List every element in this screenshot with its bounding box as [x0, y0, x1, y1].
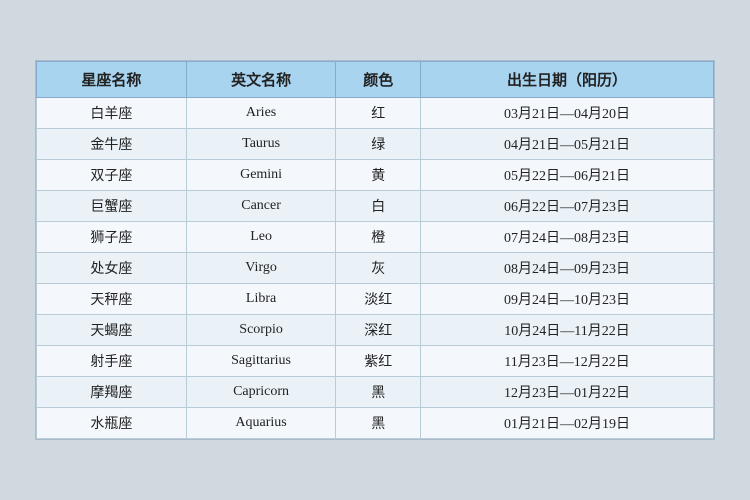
- cell-r1-c2: 绿: [336, 129, 421, 160]
- cell-r6-c1: Libra: [186, 284, 336, 315]
- table-row: 巨蟹座Cancer白06月22日—07月23日: [37, 191, 714, 222]
- cell-r9-c0: 摩羯座: [37, 377, 187, 408]
- cell-r3-c2: 白: [336, 191, 421, 222]
- cell-r2-c3: 05月22日—06月21日: [421, 160, 714, 191]
- table-row: 处女座Virgo灰08月24日—09月23日: [37, 253, 714, 284]
- table-row: 白羊座Aries红03月21日—04月20日: [37, 98, 714, 129]
- col-header-chinese-name: 星座名称: [37, 62, 187, 98]
- cell-r9-c3: 12月23日—01月22日: [421, 377, 714, 408]
- table-header-row: 星座名称 英文名称 颜色 出生日期（阳历）: [37, 62, 714, 98]
- col-header-english-name: 英文名称: [186, 62, 336, 98]
- cell-r2-c1: Gemini: [186, 160, 336, 191]
- cell-r4-c0: 狮子座: [37, 222, 187, 253]
- cell-r0-c2: 红: [336, 98, 421, 129]
- cell-r4-c2: 橙: [336, 222, 421, 253]
- cell-r5-c0: 处女座: [37, 253, 187, 284]
- cell-r10-c3: 01月21日—02月19日: [421, 408, 714, 439]
- cell-r10-c1: Aquarius: [186, 408, 336, 439]
- cell-r0-c1: Aries: [186, 98, 336, 129]
- cell-r3-c3: 06月22日—07月23日: [421, 191, 714, 222]
- cell-r8-c3: 11月23日—12月22日: [421, 346, 714, 377]
- cell-r8-c1: Sagittarius: [186, 346, 336, 377]
- cell-r8-c0: 射手座: [37, 346, 187, 377]
- cell-r7-c1: Scorpio: [186, 315, 336, 346]
- cell-r9-c1: Capricorn: [186, 377, 336, 408]
- cell-r1-c3: 04月21日—05月21日: [421, 129, 714, 160]
- cell-r10-c2: 黑: [336, 408, 421, 439]
- cell-r5-c3: 08月24日—09月23日: [421, 253, 714, 284]
- table-body: 白羊座Aries红03月21日—04月20日金牛座Taurus绿04月21日—0…: [37, 98, 714, 439]
- cell-r7-c3: 10月24日—11月22日: [421, 315, 714, 346]
- cell-r1-c0: 金牛座: [37, 129, 187, 160]
- cell-r10-c0: 水瓶座: [37, 408, 187, 439]
- col-header-date: 出生日期（阳历）: [421, 62, 714, 98]
- cell-r3-c1: Cancer: [186, 191, 336, 222]
- table-row: 金牛座Taurus绿04月21日—05月21日: [37, 129, 714, 160]
- table-row: 双子座Gemini黄05月22日—06月21日: [37, 160, 714, 191]
- cell-r4-c1: Leo: [186, 222, 336, 253]
- table-row: 射手座Sagittarius紫红11月23日—12月22日: [37, 346, 714, 377]
- cell-r7-c2: 深红: [336, 315, 421, 346]
- cell-r7-c0: 天蝎座: [37, 315, 187, 346]
- cell-r5-c2: 灰: [336, 253, 421, 284]
- cell-r6-c3: 09月24日—10月23日: [421, 284, 714, 315]
- table-row: 摩羯座Capricorn黑12月23日—01月22日: [37, 377, 714, 408]
- cell-r0-c3: 03月21日—04月20日: [421, 98, 714, 129]
- cell-r0-c0: 白羊座: [37, 98, 187, 129]
- cell-r3-c0: 巨蟹座: [37, 191, 187, 222]
- zodiac-table: 星座名称 英文名称 颜色 出生日期（阳历） 白羊座Aries红03月21日—04…: [36, 61, 714, 439]
- cell-r2-c2: 黄: [336, 160, 421, 191]
- cell-r4-c3: 07月24日—08月23日: [421, 222, 714, 253]
- table-row: 天蝎座Scorpio深红10月24日—11月22日: [37, 315, 714, 346]
- cell-r5-c1: Virgo: [186, 253, 336, 284]
- table-row: 水瓶座Aquarius黑01月21日—02月19日: [37, 408, 714, 439]
- col-header-color: 颜色: [336, 62, 421, 98]
- cell-r6-c2: 淡红: [336, 284, 421, 315]
- zodiac-table-container: 星座名称 英文名称 颜色 出生日期（阳历） 白羊座Aries红03月21日—04…: [35, 60, 715, 440]
- cell-r1-c1: Taurus: [186, 129, 336, 160]
- cell-r9-c2: 黑: [336, 377, 421, 408]
- cell-r6-c0: 天秤座: [37, 284, 187, 315]
- cell-r8-c2: 紫红: [336, 346, 421, 377]
- table-row: 天秤座Libra淡红09月24日—10月23日: [37, 284, 714, 315]
- cell-r2-c0: 双子座: [37, 160, 187, 191]
- table-row: 狮子座Leo橙07月24日—08月23日: [37, 222, 714, 253]
